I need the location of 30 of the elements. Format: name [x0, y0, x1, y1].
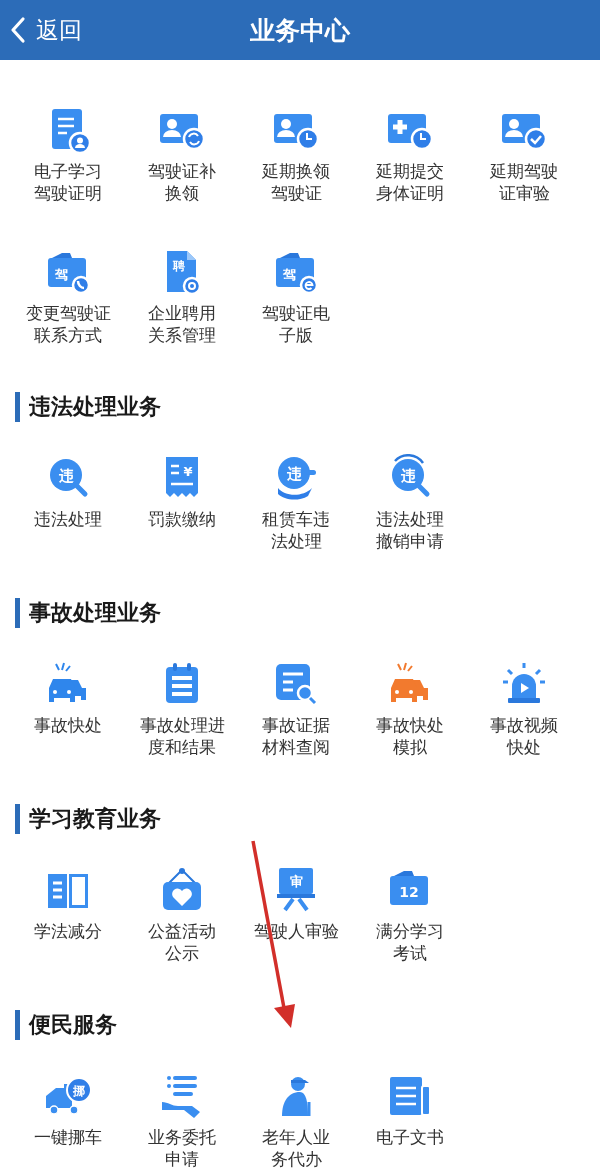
service-item[interactable]: 业务委托申请: [125, 1072, 239, 1170]
service-item[interactable]: 事故视频快处: [467, 660, 581, 758]
service-item[interactable]: 电子文书: [353, 1072, 467, 1170]
section-title: 事故处理业务: [15, 598, 600, 628]
service-item[interactable]: 事故证据材料查阅: [239, 660, 353, 758]
service-item[interactable]: 事故快处模拟: [353, 660, 467, 758]
section-title: 违法处理业务: [15, 392, 600, 422]
service-item[interactable]: 老年人业务代办: [239, 1072, 353, 1170]
service-item[interactable]: 延期提交身体证明: [353, 106, 467, 204]
back-icon: [10, 16, 26, 44]
service-item[interactable]: 驾 驾驶证电子版: [239, 248, 353, 346]
service-item[interactable]: 事故处理进度和结果: [125, 660, 239, 758]
section-title: 学习教育业务: [15, 804, 600, 834]
service-item[interactable]: 12 满分学习考试: [353, 866, 467, 964]
service-item[interactable]: 学法减分: [11, 866, 125, 964]
back-button[interactable]: 返回: [6, 10, 86, 50]
service-item[interactable]: 违 违法处理撤销申请: [353, 454, 467, 552]
service-item[interactable]: 电子学习驾驶证明: [11, 106, 125, 204]
service-item[interactable]: 驾 变更驾驶证联系方式: [11, 248, 125, 346]
service-item[interactable]: 违 租赁车违法处理: [239, 454, 353, 552]
service-item[interactable]: 延期换领驾驶证: [239, 106, 353, 204]
service-item[interactable]: 驾驶证补换领: [125, 106, 239, 204]
service-item[interactable]: 挪 一键挪车: [11, 1072, 125, 1170]
service-item[interactable]: 延期驾驶证审验: [467, 106, 581, 204]
service-item[interactable]: 违 违法处理: [11, 454, 125, 552]
service-item[interactable]: 公益活动公示: [125, 866, 239, 964]
page-title: 业务中心: [250, 14, 350, 47]
service-item[interactable]: 事故快处: [11, 660, 125, 758]
service-item[interactable]: 聘 企业聘用关系管理: [125, 248, 239, 346]
service-item[interactable]: ¥ 罚款缴纳: [125, 454, 239, 552]
